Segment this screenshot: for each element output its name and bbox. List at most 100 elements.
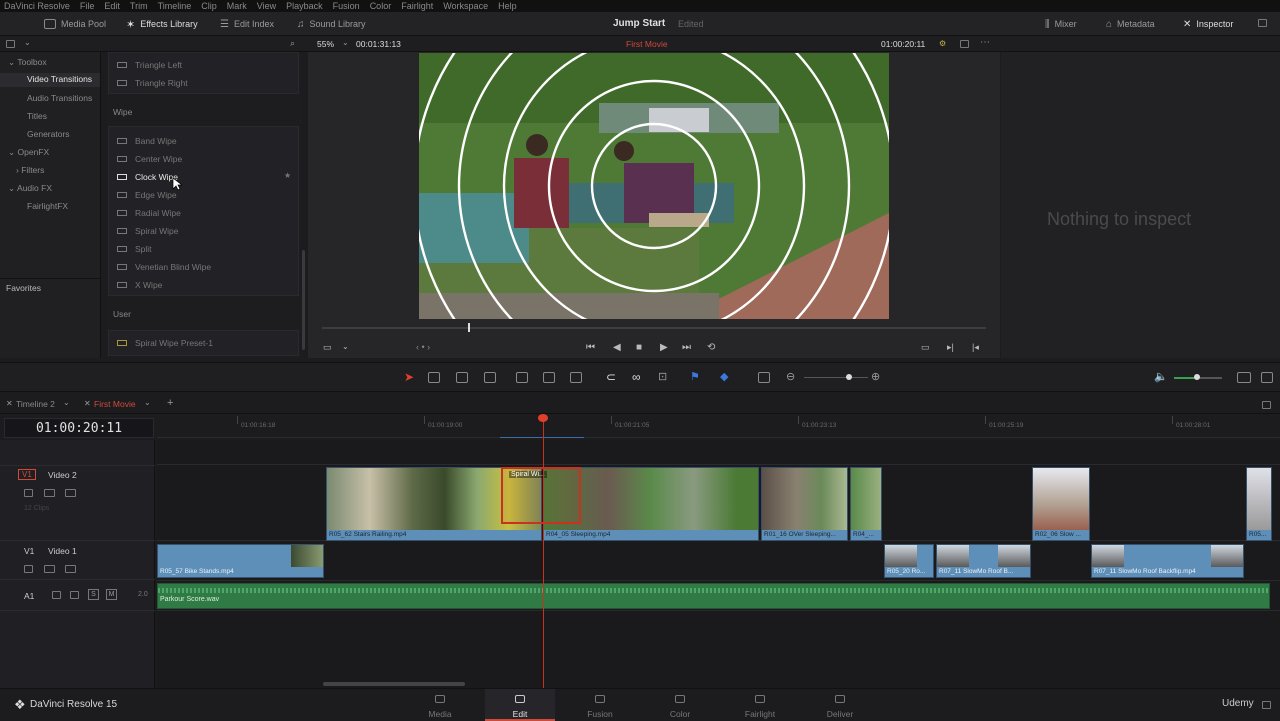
scrubber-playhead[interactable]	[468, 323, 470, 332]
tab-chevron-icon[interactable]: ⌄	[144, 398, 151, 407]
timeline-clip[interactable]: R05...	[1246, 467, 1272, 541]
menu-view[interactable]: View	[257, 1, 276, 11]
lock-icon[interactable]: ⊡	[658, 370, 667, 383]
menu-davinci[interactable]: DaVinci Resolve	[4, 1, 70, 11]
auto-select-icon[interactable]	[44, 489, 55, 497]
menu-edit[interactable]: Edit	[104, 1, 120, 11]
fx-item-band-wipe[interactable]: Band Wipe	[117, 136, 177, 146]
fx-item-clock-wipe[interactable]: Clock Wipe	[117, 172, 178, 182]
playhead-handle[interactable]	[538, 414, 548, 422]
overwrite-clip-icon[interactable]	[543, 372, 555, 383]
close-tab-icon[interactable]: ✕	[6, 399, 13, 408]
timeline-scrollbar[interactable]	[323, 682, 465, 686]
replace-clip-icon[interactable]	[570, 372, 582, 383]
zoom-chevron-icon[interactable]: ⌄	[342, 38, 349, 47]
menu-trim[interactable]: Trim	[130, 1, 148, 11]
trim-tool-icon[interactable]	[428, 372, 440, 383]
play-icon[interactable]: ▶	[660, 342, 668, 353]
track-name-v2[interactable]: Video 2	[48, 470, 77, 480]
tree-titles[interactable]: Titles	[27, 111, 47, 121]
zoom-slider-handle[interactable]	[846, 374, 852, 380]
page-tab-fusion[interactable]: Fusion	[565, 689, 635, 721]
page-tab-color[interactable]: Color	[645, 689, 715, 721]
zoom-slider[interactable]	[804, 377, 868, 378]
edit-index-button[interactable]: ☰ Edit Index	[220, 16, 274, 32]
loop-icon[interactable]: ⟲	[707, 342, 715, 353]
blade-tool-icon[interactable]	[484, 372, 496, 383]
fx-item-triangle-right[interactable]: Triangle Right	[117, 78, 188, 88]
menu-workspace[interactable]: Workspace	[443, 1, 488, 11]
favorites-header[interactable]: Favorites	[6, 283, 41, 293]
fx-scrollbar[interactable]	[302, 250, 305, 350]
track-id-a1[interactable]: A1	[24, 591, 34, 601]
zoom-out-icon[interactable]: ⊖	[786, 370, 795, 383]
timeline-clip[interactable]: R04_...	[850, 467, 882, 541]
viewer-mode-icon[interactable]: ▭	[323, 342, 332, 353]
track-id-v1[interactable]: V1	[24, 546, 34, 556]
inspector-button[interactable]: ✕ Inspector	[1183, 16, 1233, 32]
tree-openfx[interactable]: ⌄ OpenFX	[8, 147, 49, 158]
page-tab-media[interactable]: Media	[405, 689, 475, 721]
prev-edit-icon[interactable]: |◂	[972, 342, 979, 353]
lock-track-icon[interactable]	[24, 565, 33, 573]
settings-icon[interactable]	[1262, 701, 1271, 709]
viewer-mode-chevron-icon[interactable]: ⌄	[342, 342, 349, 351]
menu-timeline[interactable]: Timeline	[158, 1, 192, 11]
dual-viewer-icon[interactable]	[960, 40, 969, 48]
panel-layout-icon[interactable]	[6, 40, 15, 48]
track-id-v2[interactable]: V1	[18, 469, 36, 480]
tab-timeline-2[interactable]: Timeline 2	[16, 399, 55, 409]
search-icon[interactable]: ⌕	[290, 38, 295, 49]
fx-item-spiral-wipe[interactable]: Spiral Wipe	[117, 226, 178, 236]
timeline-name[interactable]: First Movie	[626, 39, 668, 49]
track-header-v2[interactable]: V1 Video 2 12 Clips	[0, 465, 155, 541]
track-header-v1[interactable]: V1 Video 1	[0, 542, 155, 580]
track-header-a1[interactable]: A1 S M 2.0	[0, 581, 155, 611]
audio-clip[interactable]: Parkour Score.wav	[157, 583, 1270, 609]
track-visibility-icon[interactable]	[65, 489, 76, 497]
timeline-playhead[interactable]	[543, 416, 544, 688]
link-icon[interactable]: ∞	[632, 370, 641, 384]
volume-icon[interactable]: 🔈	[1154, 370, 1168, 383]
snapping-icon[interactable]: ⊂	[606, 370, 616, 384]
fx-item-edge-wipe[interactable]: Edge Wipe	[117, 190, 177, 200]
auto-select-icon[interactable]	[70, 591, 79, 599]
collapse-icon[interactable]	[1262, 401, 1271, 409]
metadata-button[interactable]: ⌂ Metadata	[1106, 16, 1155, 32]
favorite-star-icon[interactable]: ★	[284, 171, 291, 180]
fx-item-radial-wipe[interactable]: Radial Wipe	[117, 208, 181, 218]
expand-icon[interactable]	[1258, 19, 1267, 27]
lock-track-icon[interactable]	[24, 489, 33, 497]
track-name-v1[interactable]: Video 1	[48, 546, 77, 556]
page-tab-deliver[interactable]: Deliver	[805, 689, 875, 721]
close-tab-icon[interactable]: ✕	[84, 399, 91, 408]
menu-color[interactable]: Color	[370, 1, 392, 11]
add-timeline-icon[interactable]: +	[167, 397, 173, 409]
audio-meter-icon[interactable]	[1237, 372, 1251, 383]
tree-audio-transitions[interactable]: Audio Transitions	[27, 93, 92, 103]
page-tab-edit[interactable]: Edit	[485, 689, 555, 721]
fx-item-split[interactable]: Split	[117, 244, 152, 254]
menu-file[interactable]: File	[80, 1, 95, 11]
tree-generators[interactable]: Generators	[27, 129, 70, 139]
effects-library-button[interactable]: ✶ Effects Library	[126, 16, 198, 32]
menu-help[interactable]: Help	[498, 1, 517, 11]
media-pool-button[interactable]: Media Pool	[44, 16, 106, 32]
dropdown-chevron-icon[interactable]: ⌄	[24, 38, 31, 47]
auto-select-icon[interactable]	[44, 565, 55, 573]
tree-video-transitions[interactable]: Video Transitions	[0, 73, 100, 87]
timeline-clip[interactable]: R05_57 Bike Stands.mp4	[157, 544, 324, 578]
flag-icon[interactable]: ⚑	[690, 370, 700, 383]
track-visibility-icon[interactable]	[65, 565, 76, 573]
fx-item-center-wipe[interactable]: Center Wipe	[117, 154, 182, 164]
timeline-ruler[interactable]: 01:00:16:18 01:00:19:00 01:00:21:05 01:0…	[157, 416, 1280, 438]
timeline-clip[interactable]: R02_06 Slow ...	[1032, 467, 1090, 541]
viewer-scrubber[interactable]	[322, 327, 986, 329]
menu-mark[interactable]: Mark	[227, 1, 247, 11]
tab-chevron-icon[interactable]: ⌄	[63, 398, 70, 407]
go-to-start-icon[interactable]: ⏮	[586, 342, 595, 353]
jog-control-icon[interactable]: ‹ • ›	[416, 342, 430, 352]
sound-library-button[interactable]: ♫ Sound Library	[297, 16, 366, 32]
fx-item-x-wipe[interactable]: X Wipe	[117, 280, 162, 290]
tree-audio-fx[interactable]: ⌄ Audio FX	[8, 183, 52, 194]
